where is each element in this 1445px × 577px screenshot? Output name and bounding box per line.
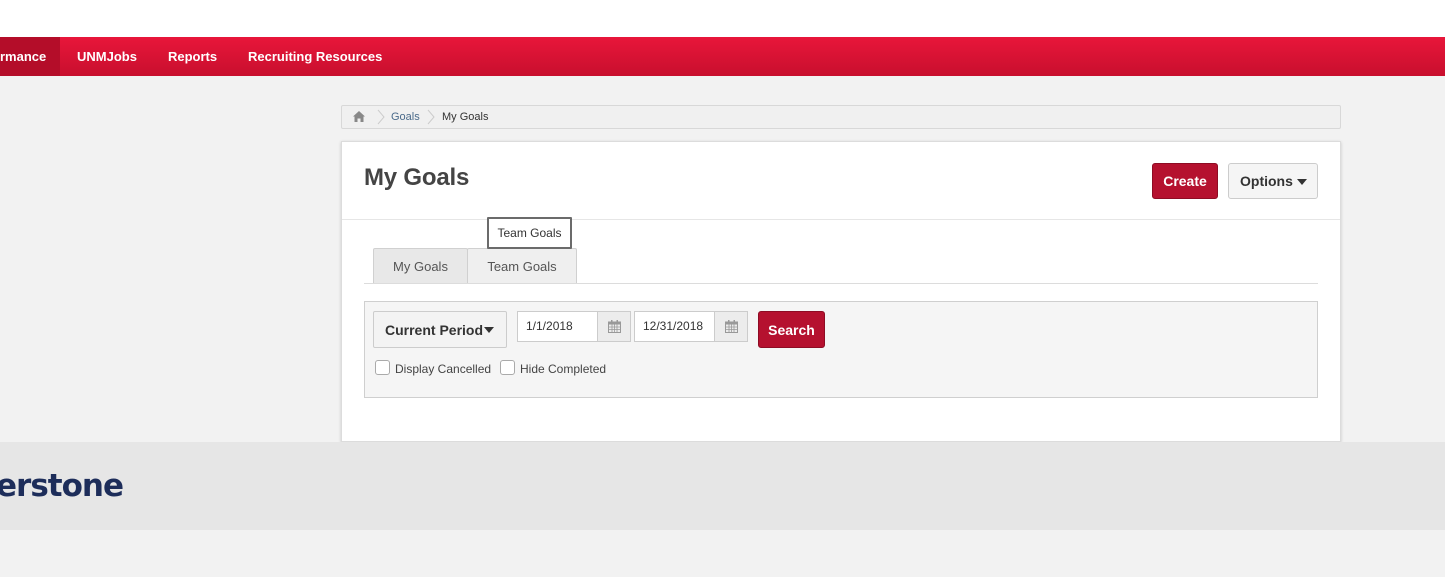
nav-item-reports[interactable]: Reports xyxy=(168,37,217,76)
tabs-baseline xyxy=(364,283,1318,284)
hide-completed-label: Hide Completed xyxy=(520,362,607,376)
breadcrumb: Goals My Goals xyxy=(341,105,1341,129)
end-date-calendar-button[interactable] xyxy=(714,311,748,342)
nav-item-recruiting-resources[interactable]: Recruiting Resources xyxy=(248,37,382,76)
team-goals-tooltip: Team Goals xyxy=(487,217,572,249)
tab-my-goals[interactable]: My Goals xyxy=(373,248,468,283)
breadcrumb-separator-icon xyxy=(377,109,385,125)
cornerstone-logo: erstone xyxy=(0,468,124,504)
nav-item-performance[interactable]: rmance xyxy=(0,37,60,76)
calendar-icon xyxy=(725,320,738,333)
footer: erstone xyxy=(0,442,1445,530)
calendar-icon xyxy=(608,320,621,333)
caret-down-icon xyxy=(1297,179,1307,185)
breadcrumb-separator-icon xyxy=(427,109,435,125)
options-label: Options xyxy=(1240,173,1293,189)
goals-card: My Goals Create Options My Goals Team Go… xyxy=(341,141,1341,442)
start-date-calendar-button[interactable] xyxy=(597,311,631,342)
top-whitespace xyxy=(0,0,1445,37)
period-dropdown[interactable]: Current Period xyxy=(373,311,507,348)
period-label: Current Period xyxy=(385,322,484,338)
hide-completed-checkbox[interactable] xyxy=(500,360,515,375)
nav-item-unmjobs[interactable]: UNMJobs xyxy=(77,37,137,76)
end-date-input[interactable]: 12/31/2018 xyxy=(634,311,714,342)
home-icon[interactable] xyxy=(352,110,366,124)
caret-down-icon xyxy=(484,327,494,333)
filter-panel: Current Period 1/1/2018 12/31/2018 Searc… xyxy=(364,301,1318,398)
breadcrumb-my-goals: My Goals xyxy=(442,111,489,123)
tab-team-goals[interactable]: Team Goals xyxy=(467,248,577,283)
main-navbar: rmance UNMJobs Reports Recruiting Resour… xyxy=(0,37,1445,76)
breadcrumb-goals[interactable]: Goals xyxy=(391,111,420,123)
display-cancelled-label: Display Cancelled xyxy=(395,362,492,376)
display-cancelled-checkbox[interactable] xyxy=(375,360,390,375)
options-button[interactable]: Options xyxy=(1228,163,1318,199)
create-button[interactable]: Create xyxy=(1152,163,1218,199)
search-button[interactable]: Search xyxy=(758,311,825,348)
page-title: My Goals xyxy=(364,164,470,191)
bottom-area xyxy=(0,530,1445,577)
start-date-input[interactable]: 1/1/2018 xyxy=(517,311,597,342)
